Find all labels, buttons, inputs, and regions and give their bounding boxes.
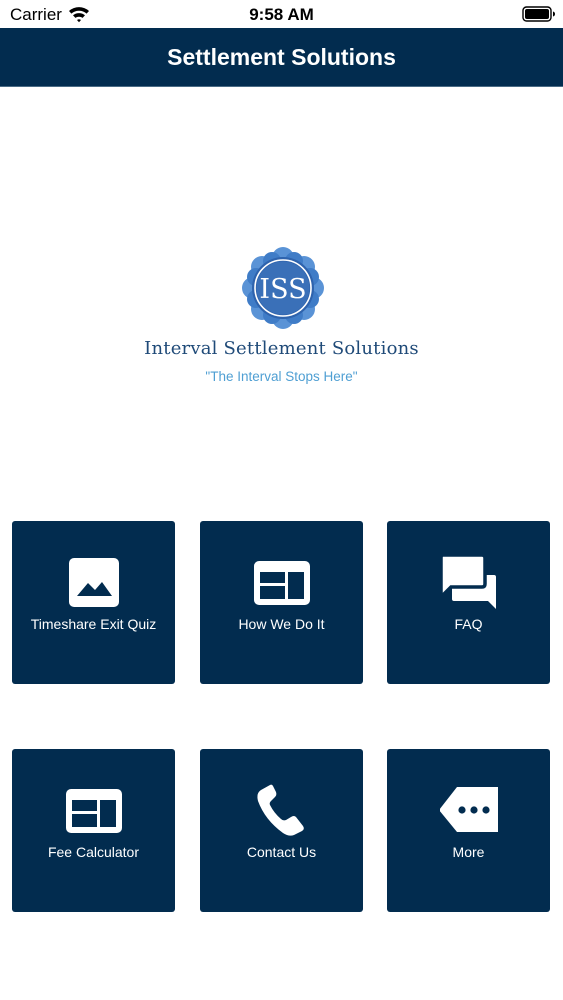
tile-label: How We Do It [238, 616, 325, 632]
chat-bubbles-icon [440, 555, 496, 609]
tile-how-we-do-it[interactable]: How We Do It [200, 521, 363, 684]
phone-icon [257, 784, 304, 836]
tile-contact-us[interactable]: Contact Us [200, 749, 363, 912]
tile-label: Contact Us [246, 844, 317, 860]
more-tag-icon [440, 787, 498, 832]
image-icon [69, 558, 119, 607]
nav-bar: Settlement Solutions [0, 28, 563, 87]
svg-text:ISS: ISS [259, 274, 306, 305]
brand-logo: ISS Interval Settlement Solutions "The I… [0, 240, 563, 400]
clock: 9:58 AM [249, 5, 314, 24]
layout-icon [66, 789, 122, 833]
page-title: Settlement Solutions [167, 44, 396, 70]
brand-tagline: "The Interval Stops Here" [205, 369, 358, 384]
layout-icon [254, 561, 310, 605]
tile-label: Timeshare Exit Quiz [30, 616, 157, 632]
tile-more[interactable]: More [387, 749, 550, 912]
tile-label: FAQ [454, 616, 483, 632]
tile-faq[interactable]: FAQ [387, 521, 550, 684]
tile-fee-calculator[interactable]: Fee Calculator [12, 749, 175, 912]
status-bar: Carrier 9:58 AM [0, 0, 563, 28]
tile-label: More [452, 844, 485, 860]
tile-timeshare-exit-quiz[interactable]: Timeshare Exit Quiz [12, 521, 175, 684]
brand-name: Interval Settlement Solutions [144, 338, 419, 359]
iss-seal-logo: ISS [242, 247, 324, 329]
battery-icon [522, 6, 555, 22]
tile-label: Fee Calculator [47, 844, 140, 860]
